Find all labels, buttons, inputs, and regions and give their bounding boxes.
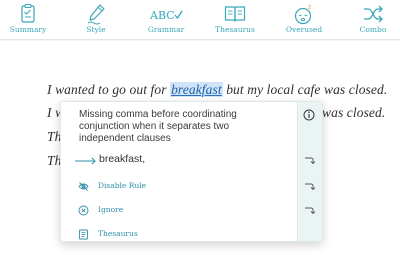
tab-style-label: Style <box>86 25 106 34</box>
tab-overused-label: Overused <box>285 25 323 34</box>
tab-thesaurus-label: Thesaurus <box>215 25 255 34</box>
abc-check-icon: ABC <box>149 9 183 22</box>
tab-grammar-label: Grammar <box>147 25 185 34</box>
ignore-return-icon[interactable] <box>304 206 315 215</box>
issue-message: Missing comma before coordinating conjun… <box>79 109 237 144</box>
tab-grammar[interactable]: ABC Grammar <box>133 0 199 40</box>
shuffle-icon <box>364 5 383 23</box>
suggestion-popup: Missing comma before coordinating conjun… <box>60 101 323 242</box>
thesaurus-label: Thesaurus <box>98 229 138 238</box>
disable-rule-return-icon[interactable] <box>304 182 315 191</box>
tab-combo-label: Combo <box>359 25 387 34</box>
disable-rule-button[interactable]: Disable Rule <box>61 180 299 196</box>
eye-slash-icon <box>78 182 89 191</box>
clipboard-icon <box>21 3 35 23</box>
editor-area[interactable]: I wanted to go out for breakfast but my … <box>0 41 400 255</box>
tab-summary[interactable]: Summary <box>0 0 61 40</box>
ignore-label: Ignore <box>98 205 124 214</box>
popup-side-column <box>297 102 322 241</box>
text-line-2-end: was closed. <box>322 105 386 120</box>
x-circle-icon <box>78 205 89 216</box>
thesaurus-button[interactable]: Thesaurus <box>61 228 299 241</box>
book-icon <box>224 6 246 22</box>
suggestion-row[interactable]: breakfast, <box>61 153 299 170</box>
tab-combo[interactable]: Combo <box>340 0 400 40</box>
sleepy-face-icon: z <box>294 4 311 25</box>
tab-thesaurus[interactable]: Thesaurus <box>202 0 268 40</box>
tab-summary-label: Summary <box>9 25 47 34</box>
text-before: I wanted to go out for <box>47 82 171 97</box>
info-icon[interactable] <box>303 109 315 121</box>
text-line-1[interactable]: I wanted to go out for breakfast but my … <box>47 82 387 98</box>
arrow-right-icon <box>75 157 96 165</box>
highlighted-word[interactable]: breakfast <box>170 82 223 97</box>
overused-icon-text: z <box>308 4 311 11</box>
book-page-icon <box>79 229 88 240</box>
pencil-icon <box>87 4 105 25</box>
tab-overused[interactable]: z Overused <box>271 0 337 40</box>
ignore-button[interactable]: Ignore <box>61 204 299 220</box>
grammar-icon-text: ABC <box>149 9 175 22</box>
suggestion-text: breakfast, <box>99 153 146 165</box>
tab-style[interactable]: Style <box>63 0 129 40</box>
text-after: but my local cafe was closed. <box>222 82 388 97</box>
disable-rule-label: Disable Rule <box>98 181 147 190</box>
apply-suggestion-icon[interactable] <box>304 156 315 165</box>
toolbar: Summary Style ABC Grammar Thesaurus z Ov… <box>0 0 400 40</box>
